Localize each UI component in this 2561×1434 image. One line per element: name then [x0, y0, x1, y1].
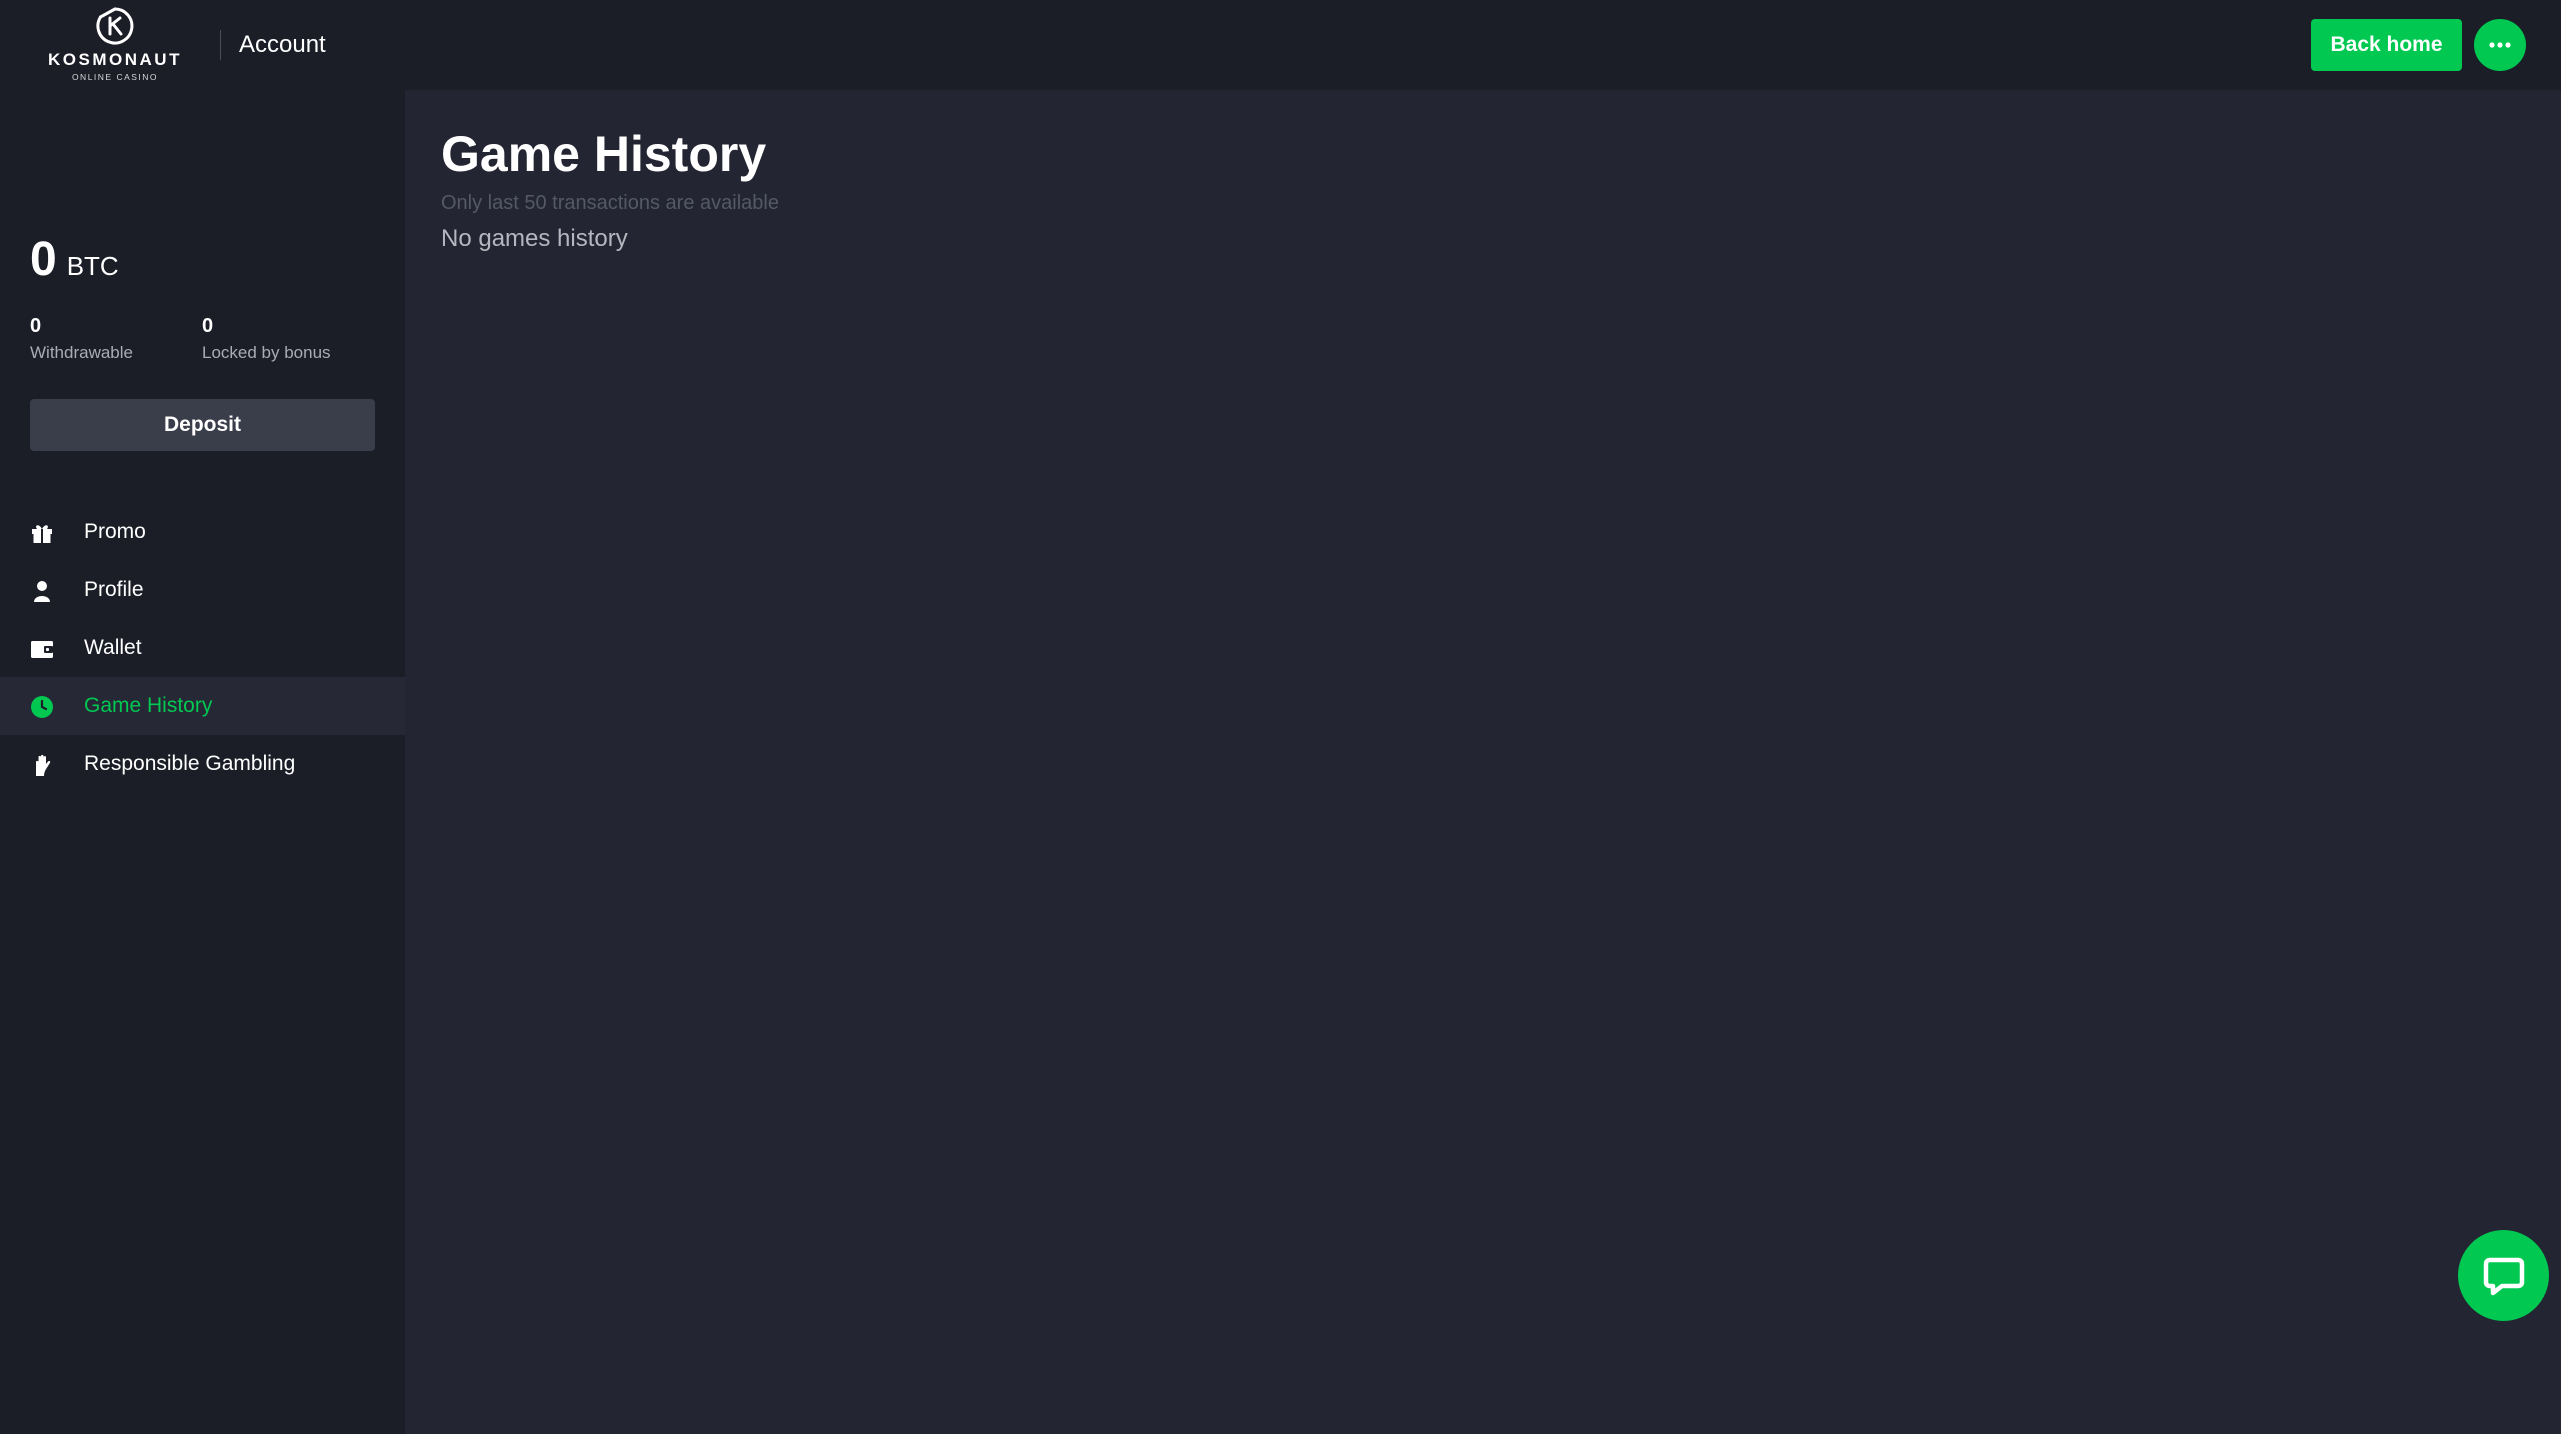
- page-title: Game History: [441, 126, 767, 182]
- top-bar: KOSMONAUT ONLINE CASINO Account Back hom…: [0, 0, 2561, 90]
- chat-bubble-icon: [2483, 1257, 2524, 1295]
- history-limit-note: Only last 50 transactions are available: [441, 192, 779, 214]
- wallet-icon: [29, 636, 54, 661]
- logo-tagline: ONLINE CASINO: [71, 72, 159, 82]
- nav-item-responsible-gambling[interactable]: Responsible Gambling: [0, 735, 405, 793]
- nav-label-game-history: Game History: [84, 694, 213, 717]
- live-chat-button[interactable]: [2458, 1230, 2549, 1321]
- deposit-button[interactable]: Deposit: [30, 399, 375, 451]
- balance: 0 BTC: [30, 232, 119, 287]
- locked-by-bonus-stat: 0 Locked by bonus: [202, 314, 331, 365]
- balance-currency: BTC: [66, 251, 119, 281]
- withdrawable-stat: 0 Withdrawable: [30, 314, 133, 365]
- nav-label-responsible-gambling: Responsible Gambling: [84, 752, 296, 775]
- hand-icon: [29, 752, 54, 777]
- nav-label-wallet: Wallet: [84, 636, 142, 659]
- back-home-button[interactable]: Back home: [2311, 19, 2462, 71]
- more-dots-icon: [2489, 42, 2511, 48]
- account-nav: Promo Profile Wallet Game History Respon…: [0, 503, 405, 793]
- balance-amount: 0: [30, 233, 57, 286]
- nav-item-wallet[interactable]: Wallet: [0, 619, 405, 677]
- more-menu-button[interactable]: [2474, 19, 2526, 71]
- nav-item-profile[interactable]: Profile: [0, 561, 405, 619]
- nav-item-promo[interactable]: Promo: [0, 503, 405, 561]
- nav-label-profile: Profile: [84, 578, 144, 601]
- section-title: Account: [239, 31, 326, 58]
- withdrawable-label: Withdrawable: [30, 343, 133, 362]
- logo-name: KOSMONAUT: [48, 50, 182, 69]
- locked-by-bonus-value: 0: [202, 315, 214, 337]
- gift-icon: [29, 520, 54, 545]
- account-sidebar: 0 BTC 0 Withdrawable 0 Locked by bonus De…: [0, 90, 405, 1434]
- nav-item-game-history[interactable]: Game History: [0, 677, 405, 735]
- empty-state-message: No games history: [441, 225, 628, 252]
- clock-icon: [29, 694, 54, 719]
- main-content: Game History Only last 50 transactions a…: [405, 90, 2561, 1434]
- withdrawable-value: 0: [30, 315, 42, 337]
- kosmonaut-logo[interactable]: KOSMONAUT ONLINE CASINO: [40, 6, 190, 84]
- logo-k-icon: [96, 7, 134, 45]
- locked-by-bonus-label: Locked by bonus: [202, 343, 331, 362]
- nav-label-promo: Promo: [84, 520, 146, 543]
- header-divider: [220, 30, 221, 60]
- user-icon: [29, 578, 54, 603]
